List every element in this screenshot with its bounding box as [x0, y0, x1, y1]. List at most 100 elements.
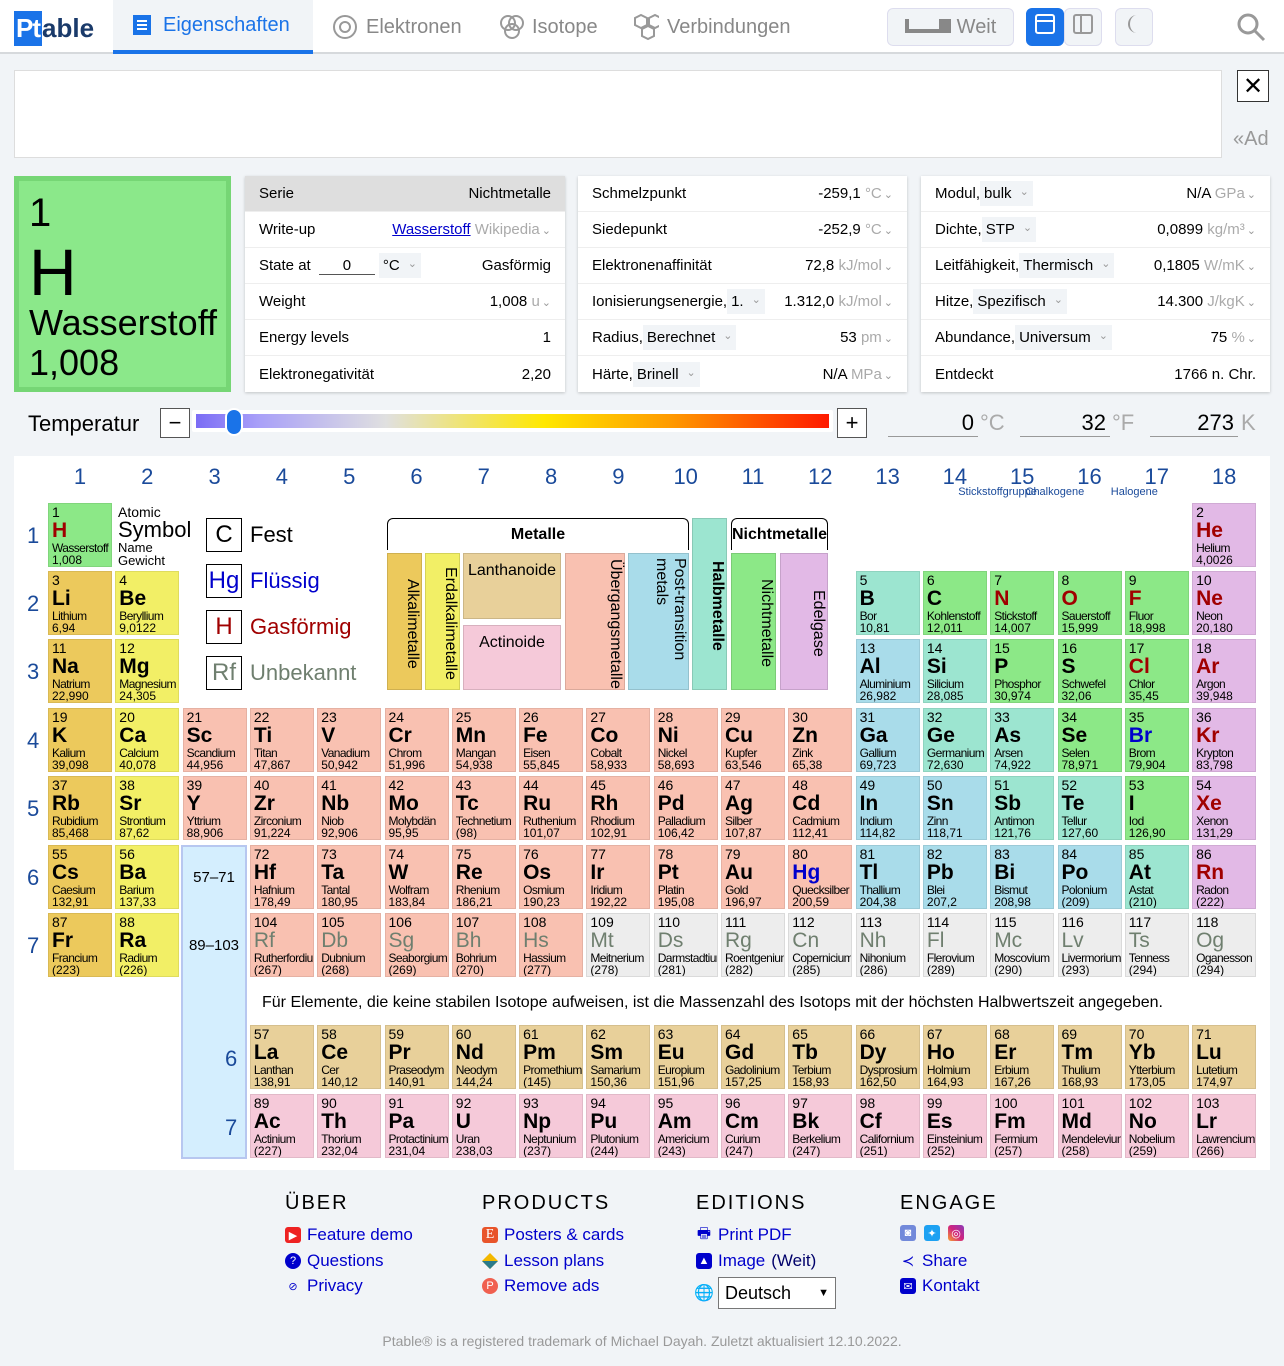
element-cell[interactable]: 9 F Fluor 18,998: [1124, 571, 1189, 635]
element-cell[interactable]: 30 Zn Zink 65,38: [788, 708, 853, 772]
period-number[interactable]: 4: [27, 728, 39, 754]
element-cell[interactable]: 66 Dy Dysprosium 162,50: [855, 1025, 920, 1089]
element-cell[interactable]: 84 Po Polonium (209): [1057, 845, 1122, 909]
lesson-plans-link[interactable]: Lesson plans: [482, 1251, 604, 1271]
legend-alkaline-earth[interactable]: Erdalkalimetalle: [425, 553, 460, 690]
element-cell[interactable]: 93 Np Neptunium (237): [519, 1094, 584, 1158]
element-cell[interactable]: 94 Pu Plutonium (244): [586, 1094, 651, 1158]
element-cell[interactable]: 86 Rn Radon (222): [1192, 845, 1257, 909]
element-cell[interactable]: 48 Cd Cadmium 112,41: [788, 776, 853, 840]
group-number[interactable]: 6: [385, 464, 449, 490]
element-cell[interactable]: 5 B Bor 10,81: [855, 571, 920, 635]
share-link[interactable]: ≺ Share: [900, 1251, 968, 1271]
unit-select[interactable]: %: [1231, 329, 1244, 346]
unit-select[interactable]: J/kgK: [1207, 293, 1245, 310]
element-cell[interactable]: 33 As Arsen 74,922: [990, 708, 1055, 772]
element-cell[interactable]: 54 Xe Xenon 131,29: [1192, 776, 1257, 840]
group-number[interactable]: 8: [519, 464, 583, 490]
layout-sidebar-button[interactable]: [1064, 8, 1102, 46]
element-cell[interactable]: 60 Nd Neodym 144,24: [451, 1025, 516, 1089]
legend-noble-gas[interactable]: Edelgase: [780, 553, 828, 690]
group-number[interactable]: 7: [452, 464, 516, 490]
element-cell[interactable]: 116 Lv Livermorium (293): [1057, 913, 1122, 977]
legend-lanthanide[interactable]: Lanthanoide: [463, 553, 561, 619]
element-cell[interactable]: 100 Fm Fermium (257): [990, 1094, 1055, 1158]
period-number[interactable]: 3: [27, 659, 39, 685]
element-cell[interactable]: 92 U Uran 238,03: [451, 1094, 516, 1158]
element-cell[interactable]: 22 Ti Titan 47,867: [249, 708, 314, 772]
element-cell[interactable]: 64 Gd Gadolinium 157,25: [721, 1025, 785, 1089]
state-legend-label[interactable]: Fest: [250, 522, 293, 548]
celsius-input[interactable]: 0: [888, 410, 978, 437]
group-number[interactable]: 9: [586, 464, 650, 490]
element-cell[interactable]: 109 Mt Meitnerium (278): [586, 913, 651, 977]
period-number[interactable]: 2: [27, 591, 39, 617]
unit-select[interactable]: u: [531, 293, 539, 310]
element-cell[interactable]: 61 Pm Promethium (145): [519, 1025, 584, 1089]
element-cell[interactable]: 73 Ta Tantal 180,95: [317, 845, 382, 909]
lanthanide-range[interactable]: 57–71: [183, 869, 245, 886]
element-cell[interactable]: 43 Tc Technetium (98): [451, 776, 516, 840]
element-cell[interactable]: 15 P Phosphor 30,974: [990, 639, 1055, 703]
period-number[interactable]: 7: [27, 933, 39, 959]
element-cell[interactable]: 52 Te Tellur 127,60: [1057, 776, 1122, 840]
element-cell[interactable]: 4 Be Beryllium 9,0122: [115, 571, 180, 635]
period-number[interactable]: 5: [27, 796, 39, 822]
element-cell[interactable]: 50 Sn Zinn 118,71: [922, 776, 987, 840]
property-variant-select[interactable]: STP ⌄: [981, 217, 1037, 242]
element-cell[interactable]: 114 Fl Flerovium (289): [922, 913, 987, 977]
search-icon[interactable]: [1236, 12, 1266, 47]
element-cell[interactable]: 47 Ag Silber 107,87: [721, 776, 785, 840]
dark-mode-button[interactable]: [1115, 8, 1153, 46]
element-cell[interactable]: 16 S Schwefel 32,06: [1057, 639, 1122, 703]
unit-select[interactable]: °C: [865, 185, 882, 202]
element-cell[interactable]: 89 Ac Actinium (227): [249, 1094, 314, 1158]
element-cell[interactable]: 98 Cf Californium (251): [855, 1094, 920, 1158]
group-number[interactable]: 3: [183, 464, 247, 490]
property-variant-select[interactable]: 1. ⌄: [727, 289, 765, 314]
element-cell[interactable]: 118 Og Oganesson (294): [1192, 913, 1257, 977]
element-cell[interactable]: 57 La Lanthan 138,91: [249, 1025, 314, 1089]
group-number[interactable]: 1: [48, 464, 112, 490]
element-cell[interactable]: 90 Th Thorium 232,04: [317, 1094, 382, 1158]
element-cell[interactable]: 40 Zr Zirconium 91,224: [249, 776, 314, 840]
unit-select[interactable]: kg/m³: [1207, 221, 1245, 238]
element-cell[interactable]: 11 Na Natrium 22,990: [48, 639, 112, 703]
element-cell[interactable]: 55 Cs Caesium 132,91: [48, 845, 112, 909]
element-cell[interactable]: 67 Ho Holmium 164,93: [922, 1025, 987, 1089]
element-cell[interactable]: 21 Sc Scandium 44,956: [182, 708, 247, 772]
element-cell[interactable]: 8 O Sauerstoff 15,999: [1057, 571, 1122, 635]
element-cell[interactable]: 115 Mc Moscovium (290): [990, 913, 1055, 977]
element-cell[interactable]: 19 K Kalium 39,098: [48, 708, 112, 772]
element-cell[interactable]: 71 Lu Lutetium 174,97: [1192, 1025, 1257, 1089]
state-legend-label[interactable]: Flüssig: [250, 568, 320, 594]
state-legend-label[interactable]: Gasförmig: [250, 614, 351, 640]
element-cell[interactable]: 36 Kr Krypton 83,798: [1192, 708, 1257, 772]
property-variant-select[interactable]: Berechnet ⌄: [642, 325, 737, 350]
layout-compact-button[interactable]: [1026, 8, 1064, 46]
group-number[interactable]: 5: [317, 464, 381, 490]
element-cell[interactable]: 28 Ni Nickel 58,693: [653, 708, 718, 772]
state-temperature-input[interactable]: 0: [318, 257, 375, 275]
element-cell[interactable]: 88 Ra Radium (226): [115, 913, 180, 977]
element-cell[interactable]: 91 Pa Protactinium 231,04: [384, 1094, 449, 1158]
element-cell[interactable]: 26 Fe Eisen 55,845: [519, 708, 584, 772]
element-cell[interactable]: 80 Hg Quecksilber 200,59: [788, 845, 853, 909]
kelvin-input[interactable]: 273: [1150, 410, 1238, 437]
element-cell[interactable]: 112 Cn Copernicium (285): [788, 913, 853, 977]
unit-select[interactable]: pm: [861, 329, 882, 346]
legend-nonmetal[interactable]: Nichtmetalle: [731, 553, 776, 690]
element-cell[interactable]: 59 Pr Praseodym 140,91: [384, 1025, 449, 1089]
element-cell[interactable]: 78 Pt Platin 195,08: [653, 845, 718, 909]
temperature-increase-button[interactable]: +: [837, 408, 867, 438]
element-cell[interactable]: 79 Au Gold 196,97: [721, 845, 785, 909]
unit-select[interactable]: GPa: [1215, 185, 1245, 202]
group-number[interactable]: 2: [115, 464, 179, 490]
legend-alkali[interactable]: Alkalimetalle: [387, 553, 422, 690]
element-cell[interactable]: 13 Al Aluminium 26,982: [855, 639, 920, 703]
element-cell[interactable]: 32 Ge Germanium 72,630: [922, 708, 987, 772]
temperature-decrease-button[interactable]: −: [160, 408, 190, 438]
element-cell[interactable]: 34 Se Selen 78,971: [1057, 708, 1122, 772]
element-cell[interactable]: 81 Tl Thallium 204,38: [855, 845, 920, 909]
element-cell[interactable]: 85 At Astat (210): [1124, 845, 1189, 909]
